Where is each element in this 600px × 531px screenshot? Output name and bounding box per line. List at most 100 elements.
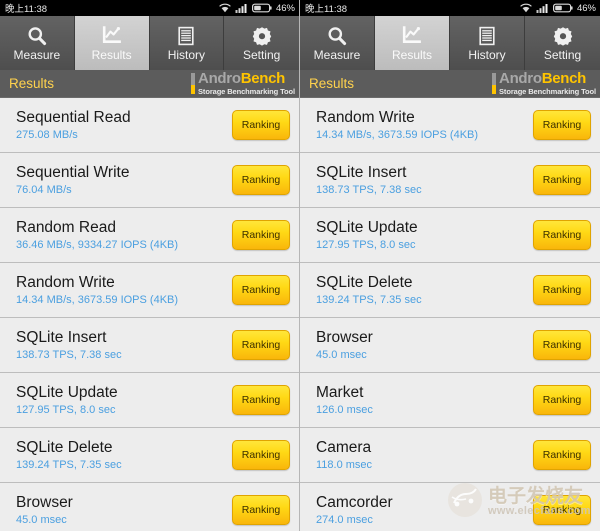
ranking-button[interactable]: Ranking	[232, 330, 290, 360]
table-row[interactable]: Sequential Read 275.08 MB/s Ranking	[0, 98, 299, 153]
status-bar-indicators: 46%	[219, 3, 295, 14]
results-list-right[interactable]: Random Write 14.34 MB/s, 3673.59 IOPS (4…	[300, 98, 600, 531]
wifi-icon	[219, 3, 231, 13]
table-row[interactable]: SQLite Update 127.95 TPS, 8.0 sec Rankin…	[0, 373, 299, 428]
ranking-button[interactable]: Ranking	[533, 440, 591, 470]
logo-bars-icon	[191, 73, 196, 94]
status-bar: 晚上11:38 46%	[300, 0, 600, 16]
table-row[interactable]: Camcorder 274.0 msec Ranking	[300, 483, 600, 531]
row-texts: Sequential Read 275.08 MB/s	[16, 109, 232, 142]
androbench-logo: AndroBench Storage Benchmarking Tool	[492, 71, 596, 96]
status-bar: 晚上11:38 46%	[0, 0, 299, 16]
status-bar-time: 晚上11:38	[305, 4, 348, 15]
tab-history-label: History	[468, 48, 506, 62]
tab-history-label: History	[167, 48, 206, 62]
table-row[interactable]: Random Write 14.34 MB/s, 3673.59 IOPS (4…	[300, 98, 600, 153]
results-list-left[interactable]: Sequential Read 275.08 MB/s Ranking Sequ…	[0, 98, 299, 531]
row-texts: SQLite Update 127.95 TPS, 8.0 sec	[316, 219, 533, 252]
tab-results[interactable]: Results	[74, 16, 150, 70]
table-row[interactable]: Random Read 36.46 MB/s, 9334.27 IOPS (4K…	[0, 208, 299, 263]
logo-andro: Andro	[499, 70, 542, 88]
ranking-button[interactable]: Ranking	[533, 330, 591, 360]
phone-screen-left: 晚上11:38 46% Measure Results History Sett…	[0, 0, 300, 531]
ranking-button[interactable]: Ranking	[232, 275, 290, 305]
logo-tagline: Storage Benchmarking Tool	[499, 87, 596, 97]
page-title: Results	[9, 76, 55, 91]
ranking-button[interactable]: Ranking	[533, 385, 591, 415]
dual-screenshot-container: 晚上11:38 46% Measure Results History Sett…	[0, 0, 600, 531]
table-row[interactable]: Random Write 14.34 MB/s, 3673.59 IOPS (4…	[0, 263, 299, 318]
logo-bench: Bench	[541, 70, 587, 88]
benchmark-name: SQLite Update	[316, 218, 418, 236]
benchmark-value: 126.0 msec	[316, 403, 373, 416]
benchmark-value: 139.24 TPS, 7.35 sec	[16, 458, 122, 471]
row-texts: Market 126.0 msec	[316, 384, 533, 417]
benchmark-name: Random Write	[16, 273, 115, 291]
battery-percent-label: 46%	[275, 2, 295, 14]
benchmark-name: Random Write	[316, 108, 415, 126]
ranking-button[interactable]: Ranking	[533, 220, 591, 250]
ranking-button[interactable]: Ranking	[232, 220, 290, 250]
ranking-button[interactable]: Ranking	[232, 110, 290, 140]
tab-measure[interactable]: Measure	[0, 16, 75, 70]
ranking-button[interactable]: Ranking	[232, 165, 290, 195]
row-texts: Random Write 14.34 MB/s, 3673.59 IOPS (4…	[316, 109, 533, 142]
table-row[interactable]: Sequential Write 76.04 MB/s Ranking	[0, 153, 299, 208]
benchmark-name: Browser	[316, 328, 373, 346]
battery-percent-label: 46%	[576, 2, 596, 14]
row-texts: SQLite Delete 139.24 TPS, 7.35 sec	[16, 439, 232, 472]
row-texts: SQLite Insert 138.73 TPS, 7.38 sec	[316, 164, 533, 197]
benchmark-name: SQLite Insert	[16, 328, 107, 346]
table-row[interactable]: SQLite Delete 139.24 TPS, 7.35 sec Ranki…	[0, 428, 299, 483]
tab-measure-label: Measure	[313, 48, 361, 62]
benchmark-name: Random Read	[16, 218, 116, 236]
chart-icon	[100, 24, 124, 48]
benchmark-value: 36.46 MB/s, 9334.27 IOPS (4KB)	[16, 238, 179, 251]
table-row[interactable]: SQLite Insert 138.73 TPS, 7.38 sec Ranki…	[300, 153, 600, 208]
tab-measure[interactable]: Measure	[300, 16, 375, 70]
phone-screen-right: 晚上11:38 46% Measure Results History Sett…	[300, 0, 600, 531]
ranking-button[interactable]: Ranking	[533, 110, 591, 140]
title-bar: Results AndroBench Storage Benchmarking …	[0, 70, 299, 98]
tab-setting[interactable]: Setting	[525, 16, 600, 70]
page-title: Results	[309, 76, 355, 91]
benchmark-name: Browser	[16, 493, 73, 511]
row-texts: Sequential Write 76.04 MB/s	[16, 164, 232, 197]
ranking-button[interactable]: Ranking	[533, 275, 591, 305]
tab-history[interactable]: History	[149, 16, 225, 70]
magnifier-icon	[325, 24, 349, 48]
tab-setting-label: Setting	[242, 48, 281, 62]
title-bar: Results AndroBench Storage Benchmarking …	[300, 70, 600, 98]
wifi-icon	[520, 3, 532, 13]
ranking-button[interactable]: Ranking	[533, 165, 591, 195]
ranking-button[interactable]: Ranking	[533, 495, 591, 525]
tab-results-label: Results	[91, 48, 132, 62]
logo-tagline: Storage Benchmarking Tool	[198, 87, 295, 97]
androbench-logo: AndroBench Storage Benchmarking Tool	[191, 71, 295, 96]
benchmark-value: 127.95 TPS, 8.0 sec	[316, 238, 416, 251]
table-row[interactable]: Browser 45.0 msec Ranking	[300, 318, 600, 373]
tab-history[interactable]: History	[450, 16, 525, 70]
benchmark-name: Market	[316, 383, 364, 401]
benchmark-value: 45.0 msec	[316, 348, 367, 361]
table-row[interactable]: SQLite Update 127.95 TPS, 8.0 sec Rankin…	[300, 208, 600, 263]
benchmark-value: 14.34 MB/s, 3673.59 IOPS (4KB)	[16, 293, 179, 306]
tab-setting[interactable]: Setting	[224, 16, 299, 70]
tab-results[interactable]: Results	[375, 16, 450, 70]
ranking-button[interactable]: Ranking	[232, 385, 290, 415]
row-texts: Browser 45.0 msec	[16, 494, 232, 527]
benchmark-name: SQLite Delete	[316, 273, 413, 291]
row-texts: Browser 45.0 msec	[316, 329, 533, 362]
table-row[interactable]: Market 126.0 msec Ranking	[300, 373, 600, 428]
table-row[interactable]: SQLite Insert 138.73 TPS, 7.38 sec Ranki…	[0, 318, 299, 373]
ranking-button[interactable]: Ranking	[232, 440, 290, 470]
table-row[interactable]: Camera 118.0 msec Ranking	[300, 428, 600, 483]
status-bar-indicators: 46%	[520, 3, 596, 14]
logo-wordmark: AndroBench Storage Benchmarking Tool	[499, 71, 596, 96]
table-row[interactable]: Browser 45.0 msec Ranking	[0, 483, 299, 531]
signal-icon	[536, 3, 549, 13]
benchmark-value: 127.95 TPS, 8.0 sec	[16, 403, 116, 416]
ranking-button[interactable]: Ranking	[232, 495, 290, 525]
table-row[interactable]: SQLite Delete 139.24 TPS, 7.35 sec Ranki…	[300, 263, 600, 318]
gear-icon	[551, 24, 575, 48]
